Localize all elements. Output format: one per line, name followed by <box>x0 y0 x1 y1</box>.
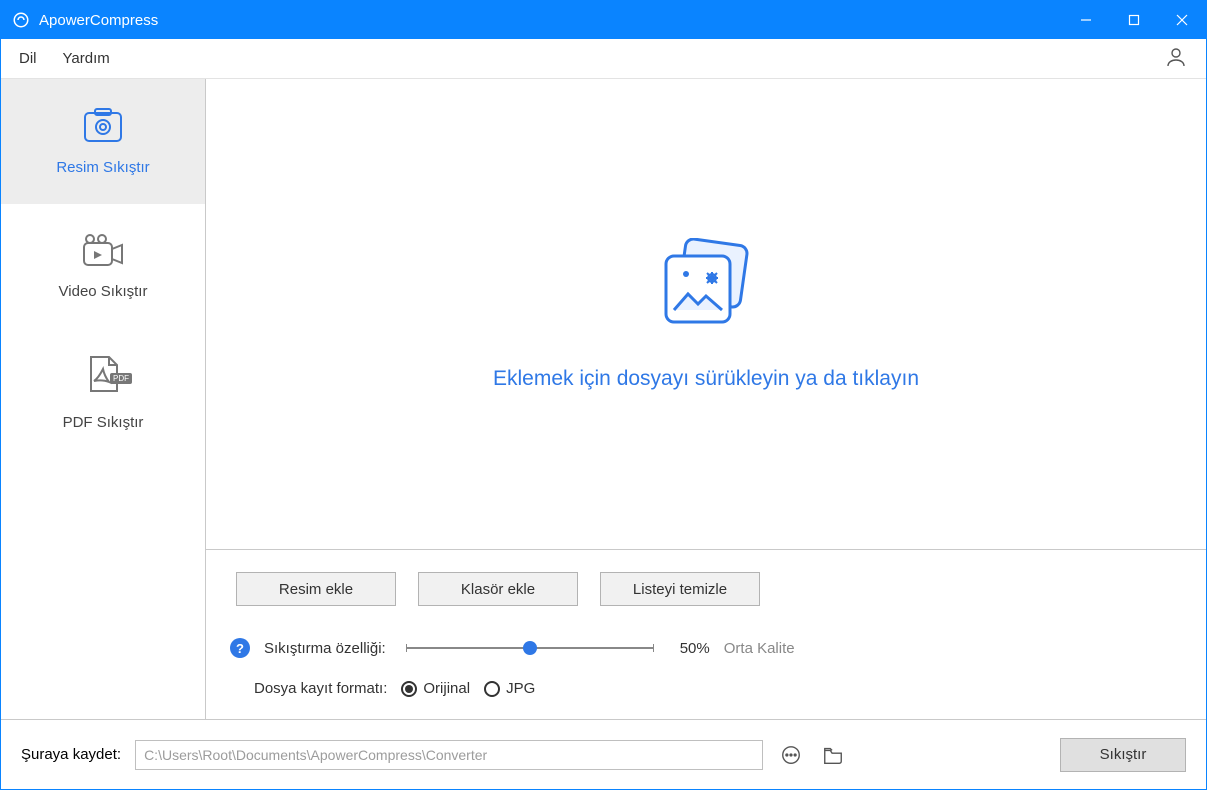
quality-slider[interactable] <box>406 647 654 649</box>
radio-label: Orijinal <box>423 680 470 697</box>
app-logo-icon <box>11 10 31 30</box>
quality-label: Sıkıştırma özelliği: <box>264 640 386 657</box>
image-placeholder-icon <box>656 238 756 337</box>
content-panel: Eklemek için dosyayı sürükleyin ya da tı… <box>205 79 1206 719</box>
account-icon[interactable] <box>1164 45 1188 73</box>
sidebar-item-pdf-compress[interactable]: PDF PDF Sıkıştır <box>1 329 205 454</box>
add-image-button[interactable]: Resim ekle <box>236 572 396 606</box>
menubar: Dil Yardım <box>1 39 1206 79</box>
browse-folder-icon[interactable] <box>819 741 847 769</box>
quality-row: ? Sıkıştırma özelliği: 50% Orta Kalite <box>230 638 1176 658</box>
sidebar-item-label: Resim Sıkıştır <box>56 159 149 176</box>
more-options-icon[interactable] <box>777 741 805 769</box>
sidebar-item-image-compress[interactable]: Resim Sıkıştır <box>1 79 205 204</box>
quality-level-label: Orta Kalite <box>724 640 795 657</box>
maximize-button[interactable] <box>1110 1 1158 39</box>
clear-list-button[interactable]: Listeyi temizle <box>600 572 760 606</box>
radio-jpg[interactable]: JPG <box>484 680 535 697</box>
main-area: Resim Sıkıştır Video Sıkıştır PDF PDF Sı… <box>1 79 1206 719</box>
radio-label: JPG <box>506 680 535 697</box>
slider-thumb[interactable] <box>523 641 537 655</box>
format-row: Dosya kayıt formatı: Orijinal JPG <box>254 680 1176 697</box>
bottom-bar: Şuraya kaydet: Sıkıştır <box>1 719 1206 789</box>
add-folder-button[interactable]: Klasör ekle <box>418 572 578 606</box>
format-label: Dosya kayıt formatı: <box>254 680 387 697</box>
drop-zone-text: Eklemek için dosyayı sürükleyin ya da tı… <box>493 367 919 391</box>
pdf-badge-icon: PDF <box>110 373 132 384</box>
window-title: ApowerCompress <box>39 12 158 29</box>
menu-help[interactable]: Yardım <box>63 50 110 67</box>
save-to-label: Şuraya kaydet: <box>21 746 121 763</box>
menu-language[interactable]: Dil <box>19 50 37 67</box>
titlebar: ApowerCompress <box>1 1 1206 39</box>
minimize-button[interactable] <box>1062 1 1110 39</box>
quality-percent: 50% <box>680 640 710 657</box>
close-button[interactable] <box>1158 1 1206 39</box>
controls-panel: Resim ekle Klasör ekle Listeyi temizle ?… <box>206 550 1206 719</box>
sidebar: Resim Sıkıştır Video Sıkıştır PDF PDF Sı… <box>1 79 205 719</box>
sidebar-item-video-compress[interactable]: Video Sıkıştır <box>1 204 205 329</box>
compress-button[interactable]: Sıkıştır <box>1060 738 1186 772</box>
radio-original[interactable]: Orijinal <box>401 680 470 697</box>
sidebar-item-label: Video Sıkıştır <box>59 283 148 300</box>
sidebar-item-label: PDF Sıkıştır <box>63 414 144 431</box>
output-path-input[interactable] <box>135 740 763 770</box>
help-icon[interactable]: ? <box>230 638 250 658</box>
drop-zone[interactable]: Eklemek için dosyayı sürükleyin ya da tı… <box>206 79 1206 550</box>
